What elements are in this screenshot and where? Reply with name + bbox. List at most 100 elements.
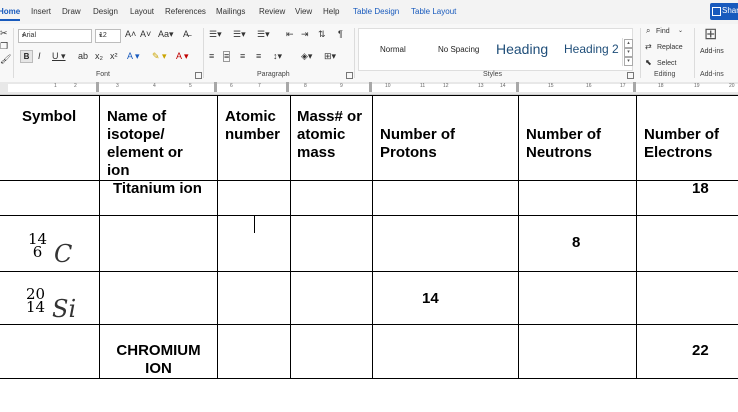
tab-home[interactable]: Home xyxy=(0,7,20,16)
bullets-icon[interactable]: ☰▾ xyxy=(209,30,222,39)
cell-protons[interactable]: 14 xyxy=(422,290,439,308)
select-button[interactable]: Select xyxy=(657,60,676,67)
atomic-number: 14 xyxy=(26,298,46,316)
header-protons-line: Number of xyxy=(380,126,455,143)
highlight-icon[interactable]: ✎ ▾ xyxy=(152,52,167,61)
multilevel-list-icon[interactable]: ☰▾ xyxy=(257,30,270,39)
column-marker[interactable] xyxy=(516,82,519,92)
replace-button[interactable]: Replace xyxy=(657,44,683,51)
table-border xyxy=(217,95,218,379)
numbering-icon[interactable]: ☰▾ xyxy=(233,30,246,39)
font-size-box[interactable]: 12 ▾ xyxy=(95,29,121,43)
cut-icon[interactable]: ✂ xyxy=(0,29,8,38)
group-label-editing: Editing xyxy=(654,71,676,78)
header-name-line: ion xyxy=(107,162,130,179)
tab-draw[interactable]: Draw xyxy=(62,7,81,16)
paragraph-dialog-launcher-icon[interactable] xyxy=(346,72,353,79)
header-neutrons-line: Neutrons xyxy=(526,144,592,161)
find-button[interactable]: Find xyxy=(656,28,670,35)
superscript-icon[interactable]: x² xyxy=(110,52,118,61)
font-color-icon[interactable]: A ▾ xyxy=(176,52,189,61)
justify-icon[interactable]: ≡ xyxy=(256,52,261,61)
element-letter: C xyxy=(54,240,73,268)
chevron-down-icon: ▾ xyxy=(22,33,26,39)
group-separator xyxy=(694,28,695,78)
increase-indent-icon[interactable]: ⇥ xyxy=(301,30,309,39)
align-right-icon[interactable]: ≡ xyxy=(240,52,245,61)
cell-electrons[interactable]: 18 xyxy=(692,180,709,198)
tab-design[interactable]: Design xyxy=(93,7,118,16)
select-icon[interactable]: ⬉ xyxy=(645,59,652,67)
strikethrough-icon[interactable]: ab xyxy=(78,52,88,61)
copy-icon[interactable]: ❐ xyxy=(0,42,8,51)
add-ins-icon[interactable]: ⊞ xyxy=(704,27,717,43)
format-painter-icon[interactable]: 🖌 xyxy=(0,55,11,64)
align-left-icon[interactable]: ≡ xyxy=(209,52,214,61)
replace-icon[interactable]: ⇄ xyxy=(645,43,652,51)
add-ins-button[interactable]: Add-ins xyxy=(700,48,724,55)
underline-icon[interactable]: U ▾ xyxy=(52,52,66,61)
tab-view[interactable]: View xyxy=(295,7,312,16)
styles-scroller[interactable]: ▴ ▾ ▾ xyxy=(622,38,633,66)
column-marker[interactable] xyxy=(369,82,372,92)
column-marker[interactable] xyxy=(286,82,289,92)
grow-font-icon[interactable]: A˄ xyxy=(125,30,136,39)
shading-icon[interactable]: ◈▾ xyxy=(301,52,312,61)
cell-electrons[interactable]: 22 xyxy=(692,342,709,360)
tab-review[interactable]: Review xyxy=(259,7,285,16)
ribbon-tab-bar: Home Insert Draw Design Layout Reference… xyxy=(0,0,738,24)
decrease-indent-icon[interactable]: ⇤ xyxy=(286,30,294,39)
chevron-down-icon[interactable]: ▾ xyxy=(624,48,633,57)
tab-mailings[interactable]: Mailings xyxy=(216,7,245,16)
header-atomic-number[interactable]: Atomic number xyxy=(225,108,280,144)
show-formatting-icon[interactable]: ¶ xyxy=(338,30,343,39)
font-dialog-launcher-icon[interactable] xyxy=(195,72,202,79)
bold-button[interactable]: B xyxy=(20,50,33,63)
header-electrons[interactable]: Number of Electrons xyxy=(644,126,719,162)
style-normal[interactable]: Normal xyxy=(380,45,406,54)
column-marker[interactable] xyxy=(633,82,636,92)
tab-references[interactable]: References xyxy=(165,7,206,16)
borders-icon[interactable]: ⊞▾ xyxy=(324,52,336,61)
table-border xyxy=(518,95,519,379)
header-atomic-line: Atomic xyxy=(225,108,276,125)
tab-layout[interactable]: Layout xyxy=(130,7,154,16)
style-no-spacing[interactable]: No Spacing xyxy=(438,45,479,54)
line-spacing-icon[interactable]: ↕▾ xyxy=(273,52,282,61)
align-center-icon[interactable]: ≡ xyxy=(222,51,231,62)
horizontal-ruler[interactable]: 1 2 3 4 5 6 7 8 9 10 11 12 13 14 15 16 1… xyxy=(0,82,738,95)
style-heading-2[interactable]: Heading 2 xyxy=(564,42,619,56)
header-name-line: isotope/ xyxy=(107,126,165,143)
header-symbol[interactable]: Symbol xyxy=(22,108,76,126)
tab-insert[interactable]: Insert xyxy=(31,7,51,16)
header-neutrons[interactable]: Number of Neutrons xyxy=(526,126,601,162)
subscript-icon[interactable]: x₂ xyxy=(95,52,103,61)
column-marker[interactable] xyxy=(96,82,99,92)
cell-name[interactable]: CHROMIUM ION xyxy=(100,342,217,378)
font-name-box[interactable]: Arial ▾ xyxy=(18,29,92,43)
share-button[interactable]: Share xyxy=(710,3,738,20)
tab-help[interactable]: Help xyxy=(323,7,339,16)
text-effects-icon[interactable]: A ▾ xyxy=(127,52,140,61)
more-styles-icon[interactable]: ▾ xyxy=(624,57,633,66)
style-heading[interactable]: Heading xyxy=(496,41,548,57)
header-name[interactable]: Name of isotope/ element or ion xyxy=(107,108,183,180)
styles-dialog-launcher-icon[interactable] xyxy=(627,72,634,79)
tab-table-layout[interactable]: Table Layout xyxy=(411,7,456,16)
tab-table-design[interactable]: Table Design xyxy=(353,7,399,16)
header-mass[interactable]: Mass# or atomic mass xyxy=(297,108,362,162)
change-case-icon[interactable]: Aa▾ xyxy=(158,30,174,39)
chevron-down-icon[interactable]: ⌄ xyxy=(678,28,683,34)
clear-formatting-icon[interactable]: A̶ xyxy=(183,30,189,39)
shrink-font-icon[interactable]: A˅ xyxy=(140,30,151,39)
document-page[interactable]: Symbol Name of isotope/ element or ion A… xyxy=(0,95,738,412)
search-icon[interactable]: ⌕ xyxy=(646,27,650,35)
cell-name[interactable]: Titanium ion xyxy=(113,180,202,198)
sort-icon[interactable]: ⇅ xyxy=(318,30,326,39)
group-label-styles: Styles xyxy=(483,71,503,78)
header-protons[interactable]: Number of Protons xyxy=(380,126,455,162)
chevron-up-icon[interactable]: ▴ xyxy=(624,39,633,48)
cell-neutrons[interactable]: 8 xyxy=(572,234,580,252)
column-marker[interactable] xyxy=(214,82,217,92)
italic-icon[interactable]: I xyxy=(38,52,41,61)
